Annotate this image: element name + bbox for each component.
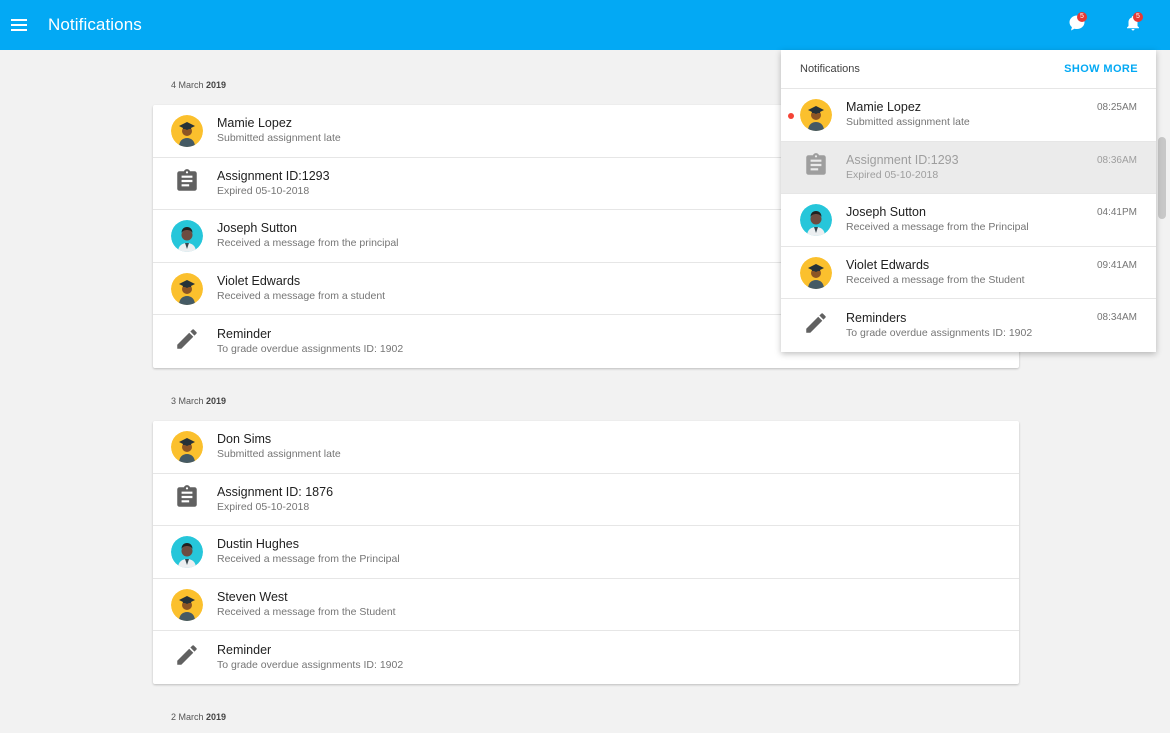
- menu-icon[interactable]: [11, 19, 27, 31]
- notification-time: 08:25AM: [1096, 102, 1137, 113]
- graduate-avatar: [171, 272, 203, 305]
- notification-title: Joseph Sutton: [217, 221, 297, 236]
- dropdown-notification-item[interactable]: Joseph Sutton Received a message from the…: [781, 194, 1156, 247]
- notification-text: Don Sims Submitted assignment late: [217, 431, 341, 462]
- pencil-icon: [800, 310, 832, 342]
- notification-text: Assignment ID: 1876 Expired 05-10-2018: [217, 484, 333, 515]
- notification-title: Don Sims: [217, 432, 272, 447]
- dropdown-notification-item[interactable]: Mamie Lopez Submitted assignment late 08:2…: [781, 89, 1156, 142]
- dropdown-list: Mamie Lopez Submitted assignment late 08:2…: [781, 89, 1156, 352]
- notification-text: Violet Edwards Received a message from a …: [217, 273, 385, 304]
- notification-subtitle: Received a message from the Principal: [217, 553, 400, 566]
- notification-subtitle: Submitted assignment late: [217, 448, 341, 461]
- notification-subtitle: Expired 05-10-2018: [217, 184, 310, 197]
- teacher-avatar: [800, 203, 832, 236]
- notification-row[interactable]: Steven West Received a message from the S…: [153, 579, 1019, 632]
- graduate-avatar: [800, 98, 832, 131]
- dropdown-notification-item[interactable]: Violet Edwards Received a message from th…: [781, 247, 1156, 300]
- dropdown-notification-item[interactable]: Assignment ID:1293 Expired 05-10-2018 08:3…: [781, 141, 1156, 195]
- graduate-avatar: [171, 588, 203, 621]
- notification-text: Steven West Received a message from the S…: [217, 589, 396, 620]
- notification-subtitle: Received a message from the Student: [217, 606, 396, 619]
- notification-text: Mamie Lopez Submitted assignment late: [217, 115, 341, 146]
- date-header: 4 March 2019: [171, 80, 227, 90]
- date-header: 3 March 2019: [171, 396, 227, 406]
- notification-subtitle: To grade overdue assignments ID: 1902: [217, 343, 404, 356]
- clipboard-icon: [171, 483, 203, 515]
- notification-row[interactable]: Assignment ID: 1876 Expired 05-10-2018: [153, 474, 1019, 527]
- notification-text: Reminder To grade overdue assignments ID:…: [217, 642, 403, 673]
- notification-subtitle: Submitted assignment late: [217, 132, 341, 145]
- scrollbar-thumb[interactable]: [1158, 137, 1166, 219]
- notification-title: Assignment ID:1293: [217, 168, 330, 183]
- app-bar: Notifications 5 5: [0, 0, 1170, 50]
- pencil-icon: [171, 642, 203, 674]
- notification-subtitle: Submitted assignment late: [846, 116, 970, 129]
- notification-title: Mamie Lopez: [217, 116, 293, 131]
- notification-row[interactable]: Don Sims Submitted assignment late: [153, 421, 1019, 474]
- dropdown-notification-item[interactable]: Reminders To grade overdue assignments ID…: [781, 299, 1156, 352]
- messages-button[interactable]: 5: [1068, 12, 1088, 34]
- teacher-avatar: [171, 535, 203, 568]
- graduate-avatar: [171, 430, 203, 463]
- notification-title: Dustin Hughes: [217, 537, 299, 552]
- app-title: Notifications: [48, 15, 142, 34]
- notification-subtitle: Expired 05-10-2018: [217, 500, 310, 513]
- notification-title: Violet Edwards: [217, 274, 301, 289]
- graduate-avatar: [800, 256, 832, 289]
- notification-text: Joseph Sutton Received a message from the…: [217, 220, 399, 251]
- notification-time: 08:34AM: [1096, 312, 1137, 324]
- notification-card: Don Sims Submitted assignment late Assignm…: [153, 421, 1019, 684]
- unread-indicator: [788, 113, 794, 119]
- notification-subtitle: To grade overdue assignments ID: 1902: [846, 327, 1033, 340]
- messages-badge: 5: [1077, 12, 1087, 22]
- pencil-icon: [171, 326, 203, 358]
- notification-title: Reminder: [217, 327, 272, 342]
- dropdown-title: Notifications: [800, 63, 860, 75]
- notification-title: Steven West: [217, 590, 288, 605]
- notification-subtitle: Received a message from the Principal: [846, 221, 1029, 234]
- notification-subtitle: Received a message from the principal: [217, 237, 399, 250]
- notification-time: 09:41AM: [1096, 259, 1137, 271]
- show-more-button[interactable]: SHOW MORE: [1064, 63, 1138, 75]
- graduate-avatar: [171, 114, 203, 147]
- notification-row[interactable]: Reminder To grade overdue assignments ID:…: [153, 631, 1019, 684]
- notifications-dropdown: Notifications SHOW MORE Mamie Lopez Submi…: [781, 50, 1156, 352]
- alerts-button[interactable]: 5: [1124, 12, 1144, 34]
- notification-title: Assignment ID: 1876: [217, 484, 334, 499]
- notification-text: Dustin Hughes Received a message from the…: [217, 536, 400, 567]
- notification-text: Assignment ID:1293 Expired 05-10-2018: [217, 168, 330, 199]
- clipboard-icon: [171, 167, 203, 199]
- clipboard-icon: [800, 151, 832, 183]
- alerts-badge: 5: [1133, 12, 1143, 22]
- date-header: 2 March 2019: [171, 712, 227, 722]
- notification-time: 08:36AM: [1096, 154, 1137, 166]
- notification-row[interactable]: Dustin Hughes Received a message from the…: [153, 526, 1019, 579]
- notification-subtitle: To grade overdue assignments ID: 1902: [217, 659, 404, 672]
- dropdown-header: Notifications SHOW MORE: [781, 50, 1156, 89]
- notification-subtitle: Received a message from a student: [217, 290, 386, 303]
- notification-title: Reminder: [217, 643, 272, 658]
- notification-subtitle: Received a message from the Student: [846, 274, 1025, 287]
- teacher-avatar: [171, 219, 203, 252]
- notification-subtitle: Expired 05-10-2018: [846, 168, 939, 181]
- notification-time: 04:41PM: [1096, 207, 1137, 219]
- notification-text: Reminder To grade overdue assignments ID:…: [217, 326, 403, 357]
